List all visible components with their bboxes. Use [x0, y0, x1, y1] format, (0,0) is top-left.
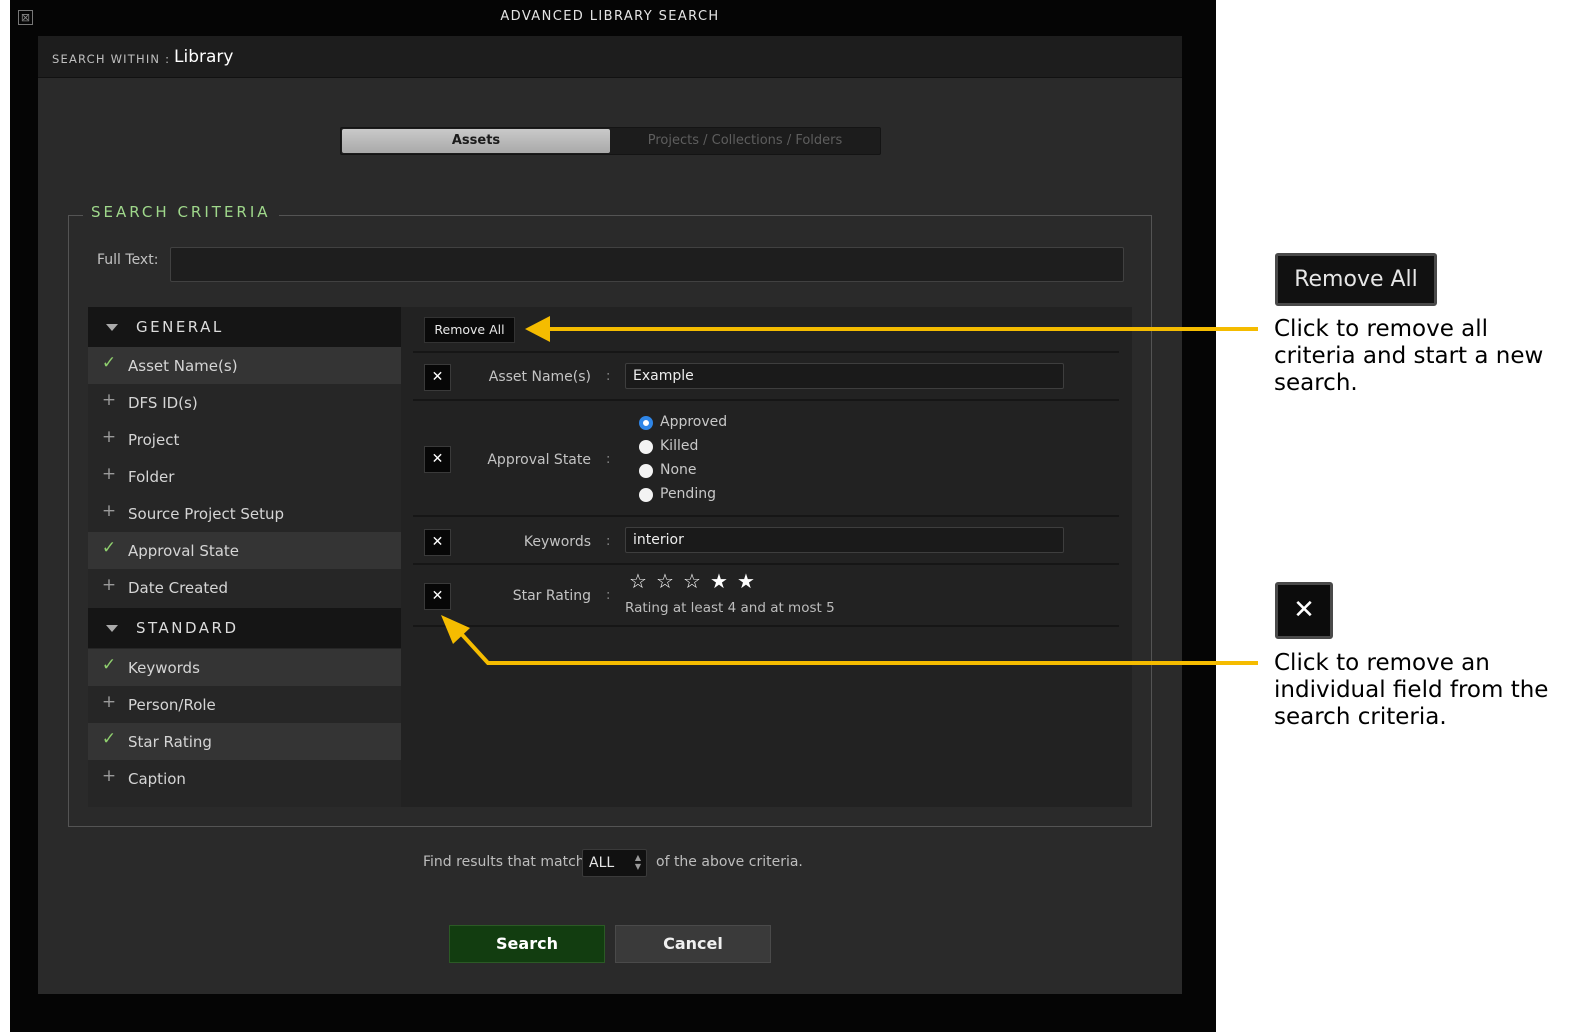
arrow-head-remove-all: [525, 316, 550, 342]
arrow-to-remove-field: [454, 626, 1258, 665]
screenshot-stage: ⊠ ADVANCED LIBRARY SEARCH SEARCH WITHIN …: [0, 0, 1580, 1032]
callout-arrows: [441, 316, 1258, 665]
